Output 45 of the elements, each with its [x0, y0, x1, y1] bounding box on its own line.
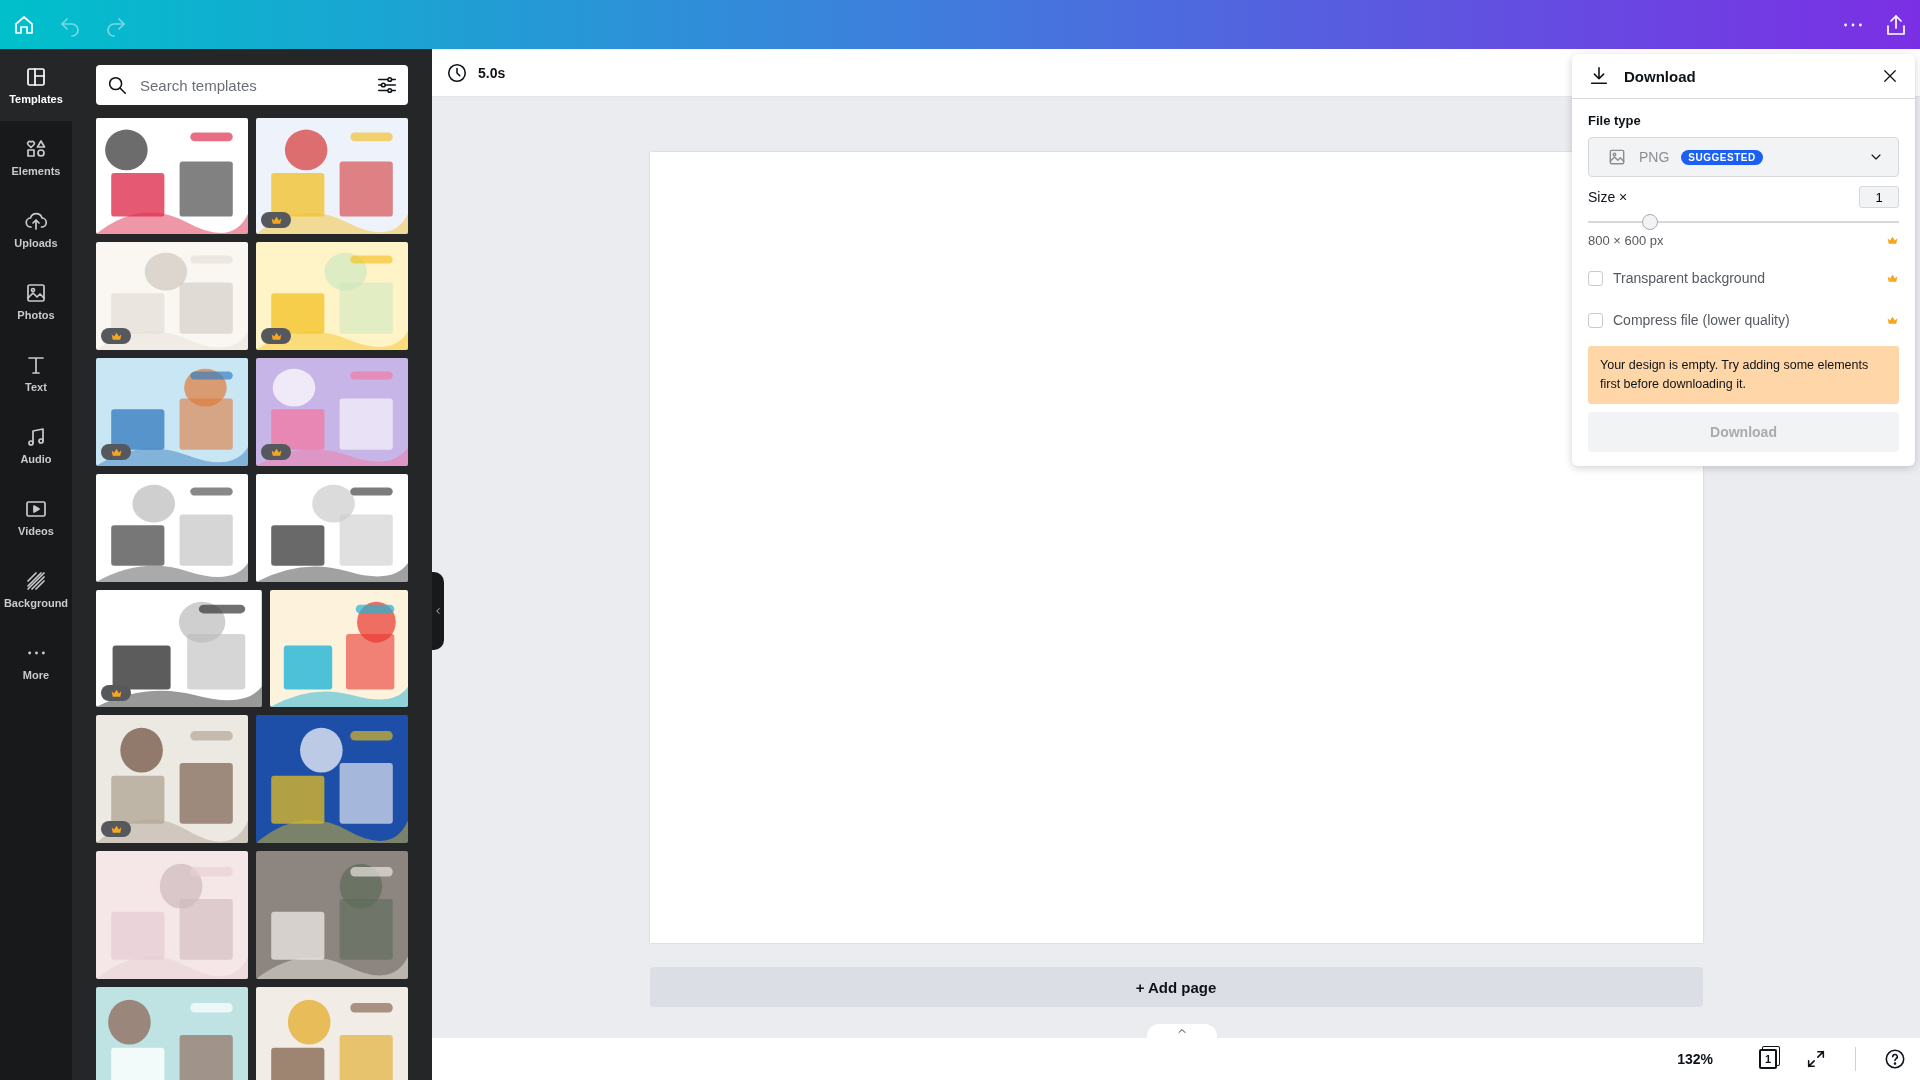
suggested-badge: SUGGESTED	[1681, 149, 1763, 165]
image-icon	[1607, 147, 1627, 167]
sidebar-tab[interactable]: Elements	[0, 121, 72, 193]
filter-icon[interactable]	[376, 74, 398, 96]
checkbox[interactable]	[1588, 312, 1603, 328]
option-label: Compress file (lower quality)	[1613, 312, 1791, 328]
page-count-button[interactable]: 1	[1759, 1049, 1777, 1069]
search-input[interactable]: Search templates	[138, 75, 366, 95]
add-page-button[interactable]: + Add page	[649, 967, 1703, 1007]
help-icon[interactable]	[1884, 1048, 1906, 1070]
close-icon[interactable]	[1881, 67, 1899, 85]
size-field[interactable]: 1	[1859, 186, 1899, 208]
file-type-dropdown[interactable]: PNG SUGGESTED	[1588, 137, 1899, 177]
search-icon	[106, 74, 128, 96]
clock-icon[interactable]	[446, 61, 468, 84]
field-label: Size ×	[1588, 189, 1628, 205]
sidebar-tab[interactable]: More	[0, 625, 72, 697]
fullscreen-icon[interactable]	[1805, 1048, 1827, 1070]
field-label: File type	[1588, 113, 1642, 128]
slider-thumb[interactable]	[1642, 214, 1659, 230]
warning-message: Your design is empty. Try adding some elements first before downloading it.	[1588, 346, 1899, 404]
more-icon	[27, 651, 45, 655]
checkbox[interactable]	[1588, 270, 1603, 286]
dimensions-text: 800 × 600 px	[1588, 233, 1665, 248]
sidebar-tab[interactable]: Templates	[0, 49, 72, 121]
zoom-level[interactable]: 132%	[1677, 1051, 1713, 1067]
more-icon[interactable]	[1844, 22, 1862, 27]
duration-label[interactable]: 5.0s	[478, 64, 506, 81]
collapse-handle[interactable]	[432, 572, 444, 650]
stripes-icon	[24, 569, 48, 593]
search-field[interactable]: Search templates	[96, 65, 408, 105]
sidebar-tab[interactable]: Videos	[0, 481, 72, 553]
templates-icon	[24, 65, 48, 89]
chevron-left-icon	[433, 606, 443, 616]
image-icon	[24, 281, 48, 305]
share-icon[interactable]	[1884, 12, 1908, 37]
sidebar-tab[interactable]: Audio	[0, 409, 72, 481]
sidebar-tab[interactable]: Background	[0, 553, 72, 625]
sidebar-tab[interactable]: Photos	[0, 265, 72, 337]
crown-icon	[1886, 234, 1899, 247]
sidebar-tab[interactable]: Text	[0, 337, 72, 409]
option-label: Transparent background	[1613, 270, 1767, 286]
download-icon	[1588, 65, 1610, 87]
sidebar-tab[interactable]: Uploads	[0, 193, 72, 265]
panel-title: Download	[1624, 67, 1697, 85]
